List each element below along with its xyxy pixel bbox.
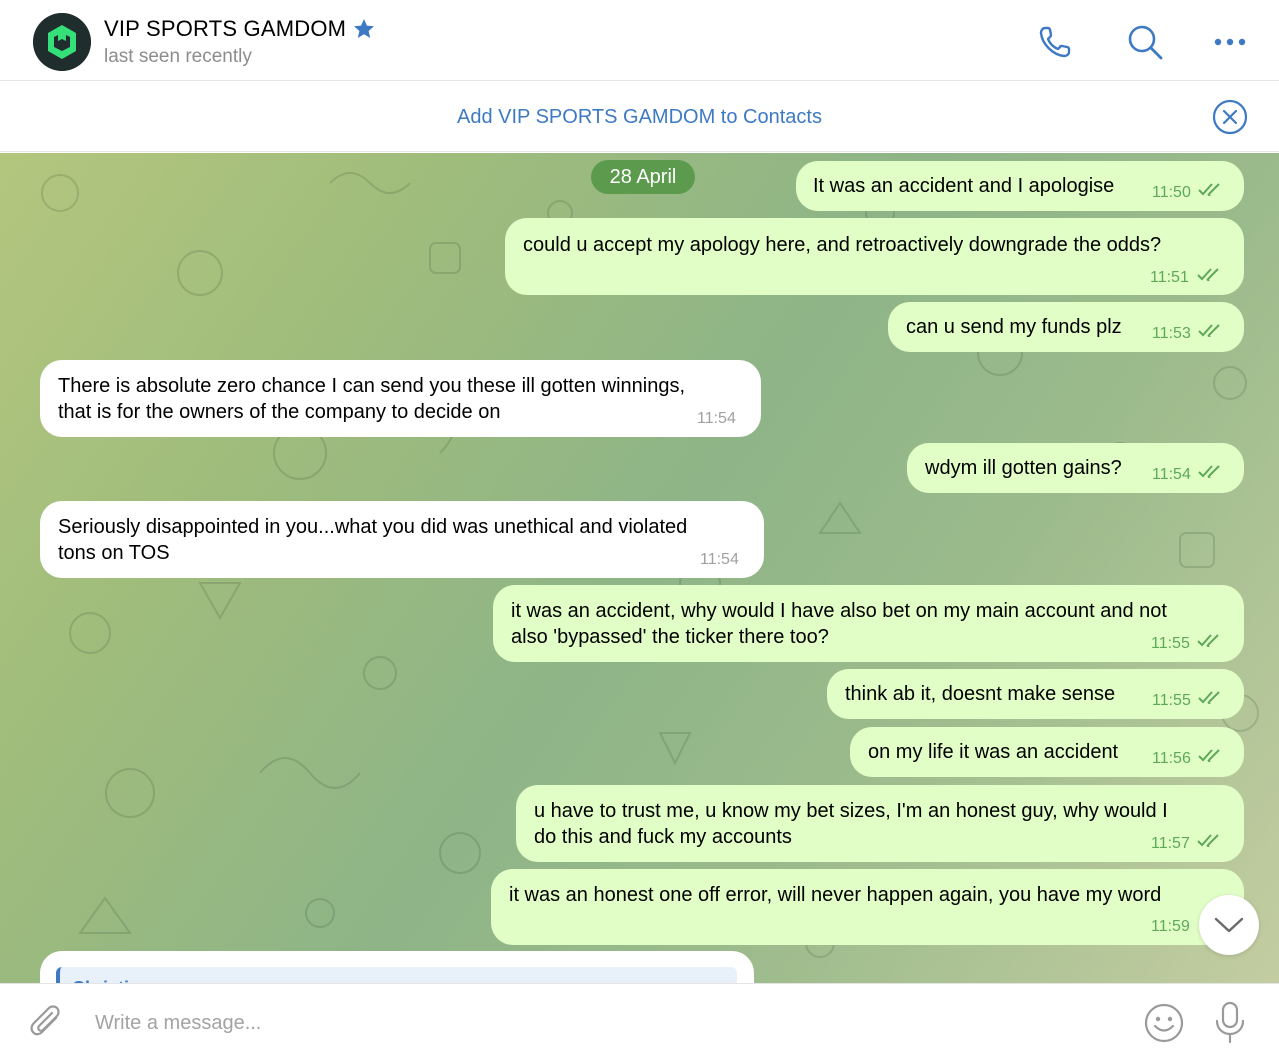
read-receipt-icon [1198,691,1220,704]
outgoing-message[interactable]: u have to trust me, u know my bet sizes,… [516,785,1244,862]
outgoing-message[interactable]: wdym ill gotten gains? 11:54 [907,443,1244,493]
dismiss-add-contact-button[interactable] [1212,99,1248,140]
verified-star-icon [354,19,375,38]
message-composer: Write a message... [0,983,1279,1057]
message-time: 11:55 [1151,635,1190,652]
message-text: think ab it, doesnt make sense [845,683,1116,705]
gamdom-logo-icon [33,13,91,71]
chevron-down-icon [1214,917,1244,933]
message-time: 11:50 [1152,184,1191,201]
read-receipt-icon [1198,324,1220,337]
message-text: can u send my funds plz [906,316,1122,338]
message-text-line2: that is for the owners of the company to… [58,401,501,423]
read-receipt-icon [1197,834,1219,847]
emoji-icon[interactable] [1143,1002,1185,1044]
message-text: on my life it was an accident [868,741,1119,763]
message-text: Seriously disappointed in you...what you… [58,516,688,538]
incoming-message[interactable]: Seriously disappointed in you...what you… [40,501,764,578]
message-text-line2: tons on TOS [58,542,170,564]
attach-icon[interactable] [28,1004,68,1044]
message-text-line2: do this and fuck my accounts [534,826,792,848]
read-receipt-icon [1197,634,1219,647]
message-time: 11:55 [1152,692,1191,709]
outgoing-message[interactable]: It was an accident and I apologise 11:50 [796,161,1244,211]
chat-header: VIP SPORTS GAMDOM last seen recently [0,0,1279,81]
incoming-message[interactable]: Christian [40,951,754,983]
outgoing-message[interactable]: could u accept my apology here, and retr… [505,218,1244,295]
message-time: 11:54 [1152,466,1191,483]
read-receipt-icon [1198,749,1220,762]
message-time: 11:54 [697,410,736,427]
incoming-message[interactable]: There is absolute zero chance I can send… [40,360,761,437]
message-time: 11:53 [1152,325,1191,342]
reply-author: Christian [72,975,150,983]
date-separator: 28 April [591,160,695,194]
message-text: u have to trust me, u know my bet sizes,… [534,800,1168,822]
message-time: 11:57 [1151,835,1190,852]
message-time: 11:51 [1150,269,1189,286]
microphone-icon[interactable] [1212,1000,1248,1046]
search-icon [1128,25,1163,60]
message-list[interactable]: 28 April It was an accident and I apolog… [0,153,1279,983]
message-text: it was an accident, why would I have als… [511,600,1167,622]
message-input[interactable]: Write a message... [95,1012,261,1035]
message-text-line2: also 'bypassed' the ticker there too? [511,626,829,648]
outgoing-message[interactable]: think ab it, doesnt make sense 11:55 [827,669,1244,719]
read-receipt-icon [1198,183,1220,196]
search-button[interactable] [1125,22,1165,62]
message-time: 11:56 [1152,750,1191,767]
read-receipt-icon [1197,268,1219,281]
outgoing-message[interactable]: can u send my funds plz 11:53 [888,302,1244,352]
add-to-contacts-link[interactable]: Add VIP SPORTS GAMDOM to Contacts [0,106,1279,129]
call-button[interactable] [1035,22,1075,62]
last-seen-status: last seen recently [104,46,252,67]
chat-title[interactable]: VIP SPORTS GAMDOM [104,16,346,42]
reply-preview[interactable]: Christian [56,967,737,983]
message-text: wdym ill gotten gains? [925,457,1122,479]
outgoing-message[interactable]: it was an honest one off error, will nev… [491,869,1244,945]
scroll-to-bottom-button[interactable] [1199,895,1259,955]
message-time: 11:54 [700,551,739,568]
more-options-button[interactable] [1210,22,1250,62]
message-text: It was an accident and I apologise [813,175,1115,197]
outgoing-message[interactable]: it was an accident, why would I have als… [493,585,1244,662]
message-text: There is absolute zero chance I can send… [58,375,686,397]
message-text: it was an honest one off error, will nev… [509,884,1162,906]
avatar[interactable] [33,13,91,71]
add-contact-bar: Add VIP SPORTS GAMDOM to Contacts [0,82,1279,152]
read-receipt-icon [1198,465,1220,478]
outgoing-message[interactable]: on my life it was an accident 11:56 [850,727,1244,777]
message-text: could u accept my apology here, and retr… [523,234,1162,256]
more-dots-icon [1214,38,1246,46]
phone-icon [1039,26,1071,58]
close-icon [1212,99,1248,135]
message-time: 11:59 [1151,918,1190,935]
